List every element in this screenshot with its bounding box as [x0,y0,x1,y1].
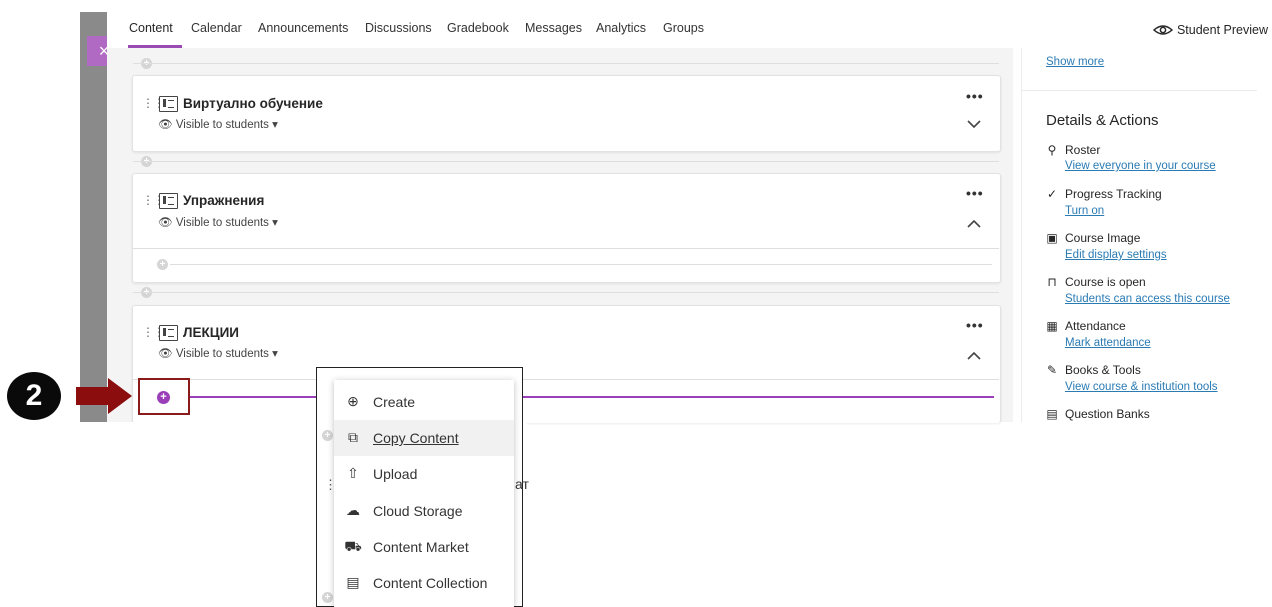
collection-icon: ▤ [346,574,360,590]
question-bank-icon: ▤ [1046,407,1058,421]
menu-item-content-collection[interactable]: ▤ Content Collection [334,565,514,601]
show-more-link[interactable]: Show more [1046,56,1104,68]
folder-card[interactable] [132,75,1001,152]
menu-item-cloud-storage[interactable]: ☁ Cloud Storage [334,493,514,529]
folder-title[interactable]: Упражнения [183,193,264,208]
tab-groups[interactable]: Groups [663,21,704,35]
course-image-link[interactable]: Edit display settings [1065,249,1167,261]
top-nav: Content Calendar Announcements Discussio… [107,12,1272,48]
attendance-icon: ▦ [1046,319,1058,333]
menu-item-label: Content Market [373,539,469,555]
progress-link[interactable]: Turn on [1065,205,1104,217]
add-content-icon: + [322,592,333,603]
folder-title[interactable]: Виртуално обучение [183,96,323,111]
eye-icon: 👁 [158,217,173,229]
visibility-label: Visible to students [175,348,269,360]
roster-label: Roster [1065,143,1101,157]
eye-icon: 👁 [158,119,173,131]
tools-icon: ✎ [1046,363,1058,377]
folder-card[interactable] [132,305,1001,423]
divider [133,161,999,162]
tab-gradebook[interactable]: Gradebook [447,21,509,35]
add-content-menu: ⊕ Create ⧉ Copy Content ⇧ Upload ☁ Cloud… [334,380,514,607]
chevron-down-icon[interactable] [967,116,981,131]
add-content-icon[interactable]: + [157,259,168,270]
menu-item-content-market[interactable]: ⛟ Content Market [334,529,514,565]
visibility-dropdown[interactable]: 👁 Visible to students ▾ [158,215,278,229]
question-banks-label: Question Banks [1065,407,1150,421]
step-number-badge: 2 [7,372,61,420]
upload-icon: ⇧ [347,465,359,481]
divider [133,379,999,380]
more-options-icon[interactable]: ••• [966,185,984,201]
folder-icon [159,325,178,341]
visibility-dropdown[interactable]: 👁 Visible to students ▾ [158,117,278,131]
chevron-up-icon[interactable] [967,348,981,363]
divider [1021,90,1257,91]
tab-messages[interactable]: Messages [525,21,582,35]
folder-title[interactable]: ЛЕКЦИИ [183,325,239,340]
divider [133,63,999,64]
unlock-icon: ⊓ [1047,275,1057,289]
tab-announcements[interactable]: Announcements [258,21,348,35]
tab-calendar[interactable]: Calendar [191,21,242,35]
roster-icon: ⚲ [1047,143,1057,157]
add-content-icon: + [322,430,333,441]
partial-title: ат [515,476,529,492]
eye-icon: 👁 [158,348,173,360]
chevron-up-icon[interactable] [967,216,981,231]
menu-item-label: Content Collection [373,575,488,591]
plus-circle-icon: ⊕ [347,393,359,409]
divider [133,292,999,293]
insert-line [190,396,994,398]
annotation-arrow [76,387,110,405]
divider [170,264,992,265]
books-tools-label: Books & Tools [1065,363,1141,377]
menu-item-upload[interactable]: ⇧ Upload [334,456,514,492]
tab-discussions[interactable]: Discussions [365,21,432,35]
attendance-link[interactable]: Mark attendance [1065,337,1151,349]
visibility-dropdown[interactable]: 👁 Visible to students ▾ [158,346,278,360]
folder-icon [159,193,178,209]
visibility-label: Visible to students [175,217,269,229]
progress-icon: ✓ [1046,187,1058,201]
cloud-icon: ☁ [346,502,360,518]
books-tools-link[interactable]: View course & institution tools [1065,381,1218,393]
cart-icon: ⛟ [344,538,362,554]
progress-label: Progress Tracking [1065,187,1162,201]
menu-item-label: Cloud Storage [373,503,463,519]
image-icon: ▣ [1046,231,1058,245]
copy-icon: ⧉ [348,429,358,445]
student-preview-button[interactable]: Student Preview [1152,23,1268,37]
divider [133,248,999,249]
more-options-icon[interactable]: ••• [966,88,984,104]
visibility-label: Visible to students [175,119,269,131]
more-options-icon[interactable]: ••• [966,317,984,333]
left-strip [80,12,107,422]
tab-content[interactable]: Content [129,21,173,35]
eye-icon [1152,25,1174,35]
course-open-link[interactable]: Students can access this course [1065,293,1230,305]
menu-item-label: Copy Content [373,430,459,446]
folder-icon [159,96,178,112]
tab-analytics[interactable]: Analytics [596,21,646,35]
annotation-arrow-head [108,378,132,414]
attendance-label: Attendance [1065,319,1126,333]
details-title: Details & Actions [1046,112,1159,129]
menu-item-create[interactable]: ⊕ Create [334,384,514,420]
student-preview-label: Student Preview [1176,23,1268,37]
course-open-label: Course is open [1065,275,1146,289]
annotation-highlight-box [138,378,190,415]
menu-item-label: Upload [373,466,418,482]
menu-item-label: Create [373,394,416,410]
roster-link[interactable]: View everyone in your course [1065,160,1216,172]
menu-item-copy-content[interactable]: ⧉ Copy Content [334,420,514,456]
course-image-label: Course Image [1065,231,1141,245]
